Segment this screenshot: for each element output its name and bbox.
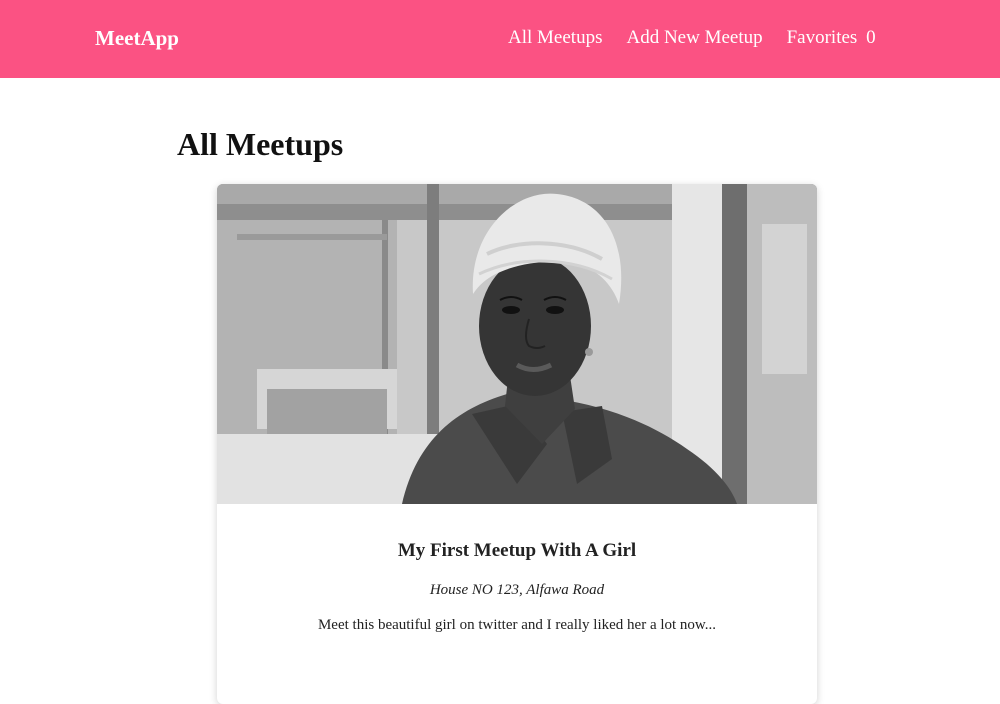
nav-all-meetups[interactable]: All Meetups bbox=[508, 27, 602, 49]
page-title: All Meetups bbox=[177, 126, 344, 162]
meetup-address: House NO 123, Alfawa Road bbox=[429, 582, 605, 598]
meetup-description: Meet this beautiful girl on twitter and … bbox=[317, 617, 717, 633]
top-header: MeetApp All Meetups Add New Meetup Favor… bbox=[0, 0, 1000, 78]
favorites-count-badge: 0 bbox=[866, 27, 876, 48]
portrait-photo bbox=[217, 184, 817, 504]
main-nav: All Meetups Add New Meetup Favorites 0 bbox=[508, 27, 876, 49]
nav-favorites[interactable]: Favorites 0 bbox=[787, 27, 876, 49]
meetup-title[interactable]: My First Meetup With A Girl bbox=[217, 540, 817, 562]
nav-add-new-meetup[interactable]: Add New Meetup bbox=[626, 27, 762, 49]
nav-favorites-label: Favorites bbox=[786, 27, 858, 48]
meetup-card[interactable]: My First Meetup With A Girl House NO 123… bbox=[217, 184, 817, 704]
brand-logo[interactable]: MeetApp bbox=[95, 26, 179, 51]
meetup-image bbox=[217, 184, 817, 504]
